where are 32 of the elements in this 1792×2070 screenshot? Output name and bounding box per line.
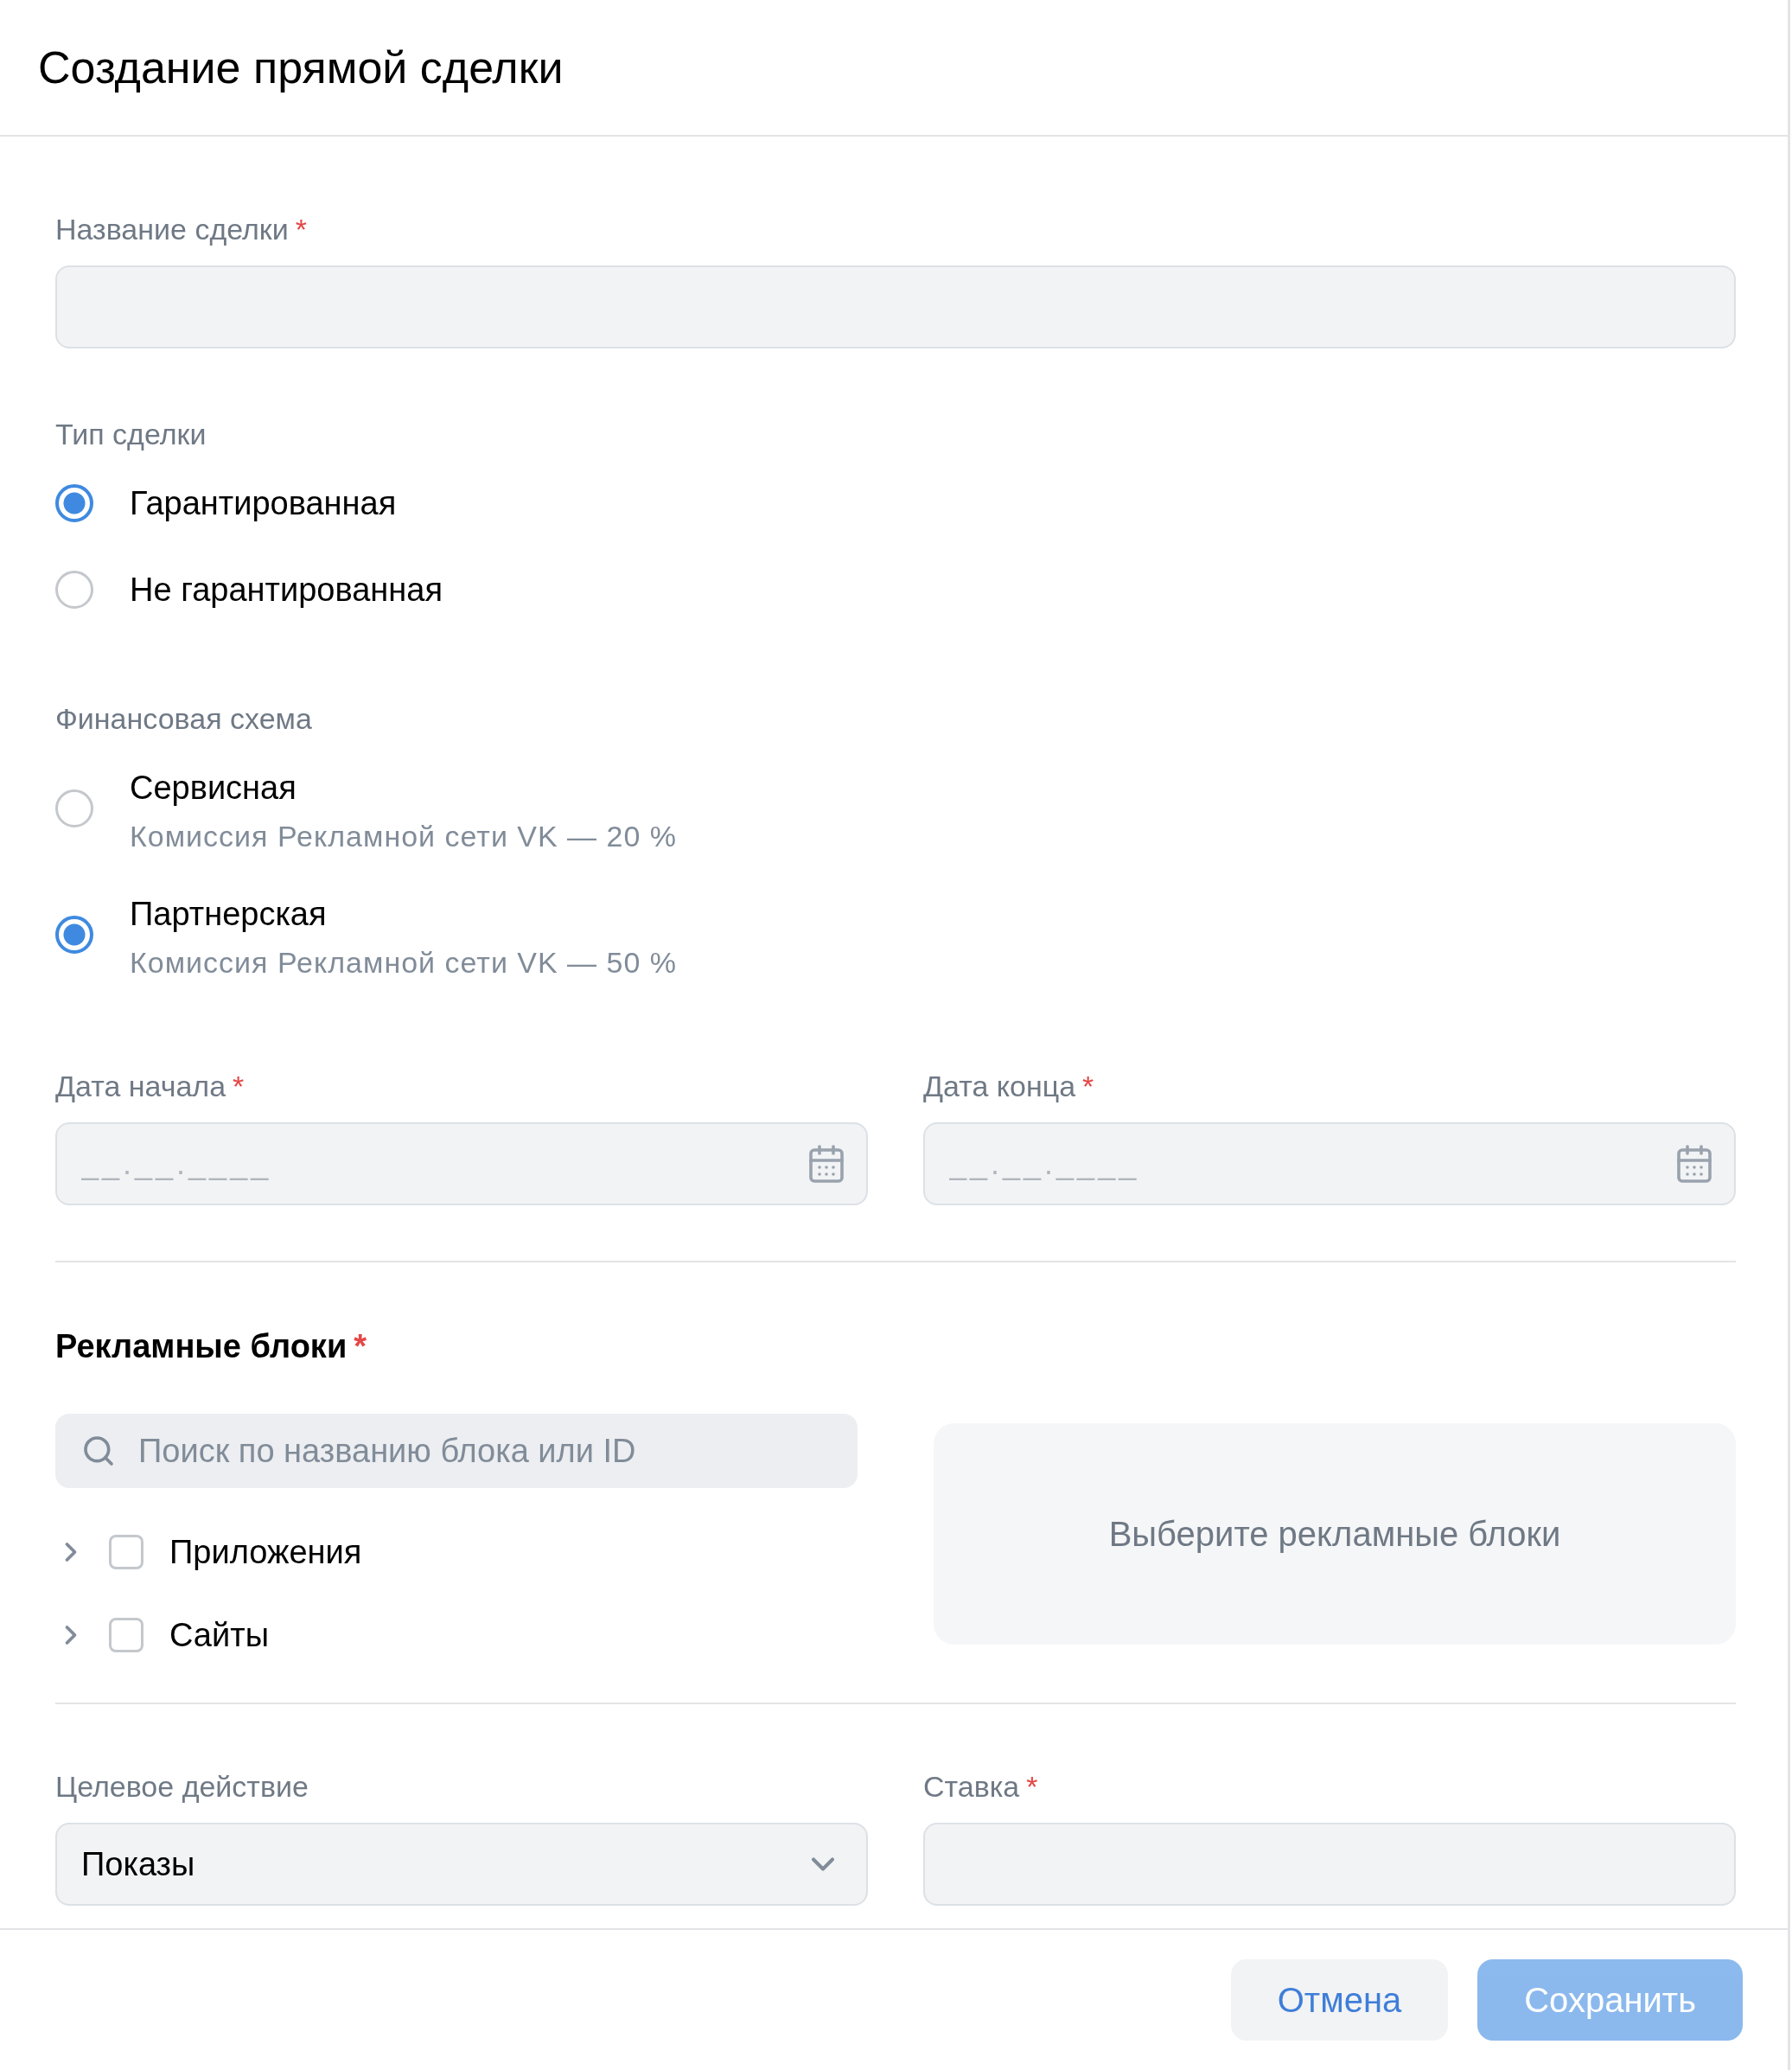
radio-option[interactable]: Гарантированная xyxy=(55,481,1736,526)
rate-field[interactable] xyxy=(923,1823,1736,1906)
cancel-button[interactable]: Отмена xyxy=(1230,1959,1449,2041)
tree-item-label[interactable]: Приложения xyxy=(169,1533,362,1571)
field-label: Название сделки * xyxy=(55,213,308,246)
radio-option[interactable]: Партнерская Комиссия Рекламной сети VK — 50 % xyxy=(55,891,1736,983)
radio-icon[interactable] xyxy=(55,571,93,609)
date-field[interactable]: __.__.____ xyxy=(923,1122,1736,1205)
field-label: Тип сделки xyxy=(55,418,207,451)
checkbox[interactable] xyxy=(109,1618,143,1652)
tree-item-label[interactable]: Сайты xyxy=(169,1616,269,1654)
field-label: Дата конца * xyxy=(923,1070,1095,1103)
checkbox[interactable] xyxy=(109,1535,143,1569)
search-field[interactable]: Поиск по названию блока или ID xyxy=(55,1414,858,1488)
field-label: Финансовая схема xyxy=(55,702,313,736)
target-action-select[interactable]: Показы xyxy=(55,1823,868,1906)
field-label: Ставка * xyxy=(923,1770,1039,1804)
empty-state-text: Выберите рекламные блоки xyxy=(1108,1514,1561,1554)
field-label: Целевое действие xyxy=(55,1770,309,1804)
commission-note: Комиссия Рекламной сети VK — 50 % xyxy=(130,945,678,981)
date-field[interactable]: __.__.____ xyxy=(55,1122,868,1205)
section-title: Рекламные блоки * xyxy=(55,1328,368,1365)
radio-option[interactable]: Не гарантированная xyxy=(55,567,1736,612)
radio-option[interactable]: Сервисная Комиссия Рекламной сети VK — 20 % xyxy=(55,765,1736,857)
dialog-title: Создание прямой сделки xyxy=(38,42,564,93)
radio-icon[interactable] xyxy=(55,789,93,827)
commission-note: Комиссия Рекламной сети VK — 20 % xyxy=(130,819,678,854)
radio-icon[interactable] xyxy=(55,916,93,954)
radio-icon[interactable] xyxy=(55,484,93,522)
field-label: Дата начала * xyxy=(55,1070,246,1103)
search-icon xyxy=(81,1434,116,1468)
deal-name-field[interactable] xyxy=(55,265,1736,348)
